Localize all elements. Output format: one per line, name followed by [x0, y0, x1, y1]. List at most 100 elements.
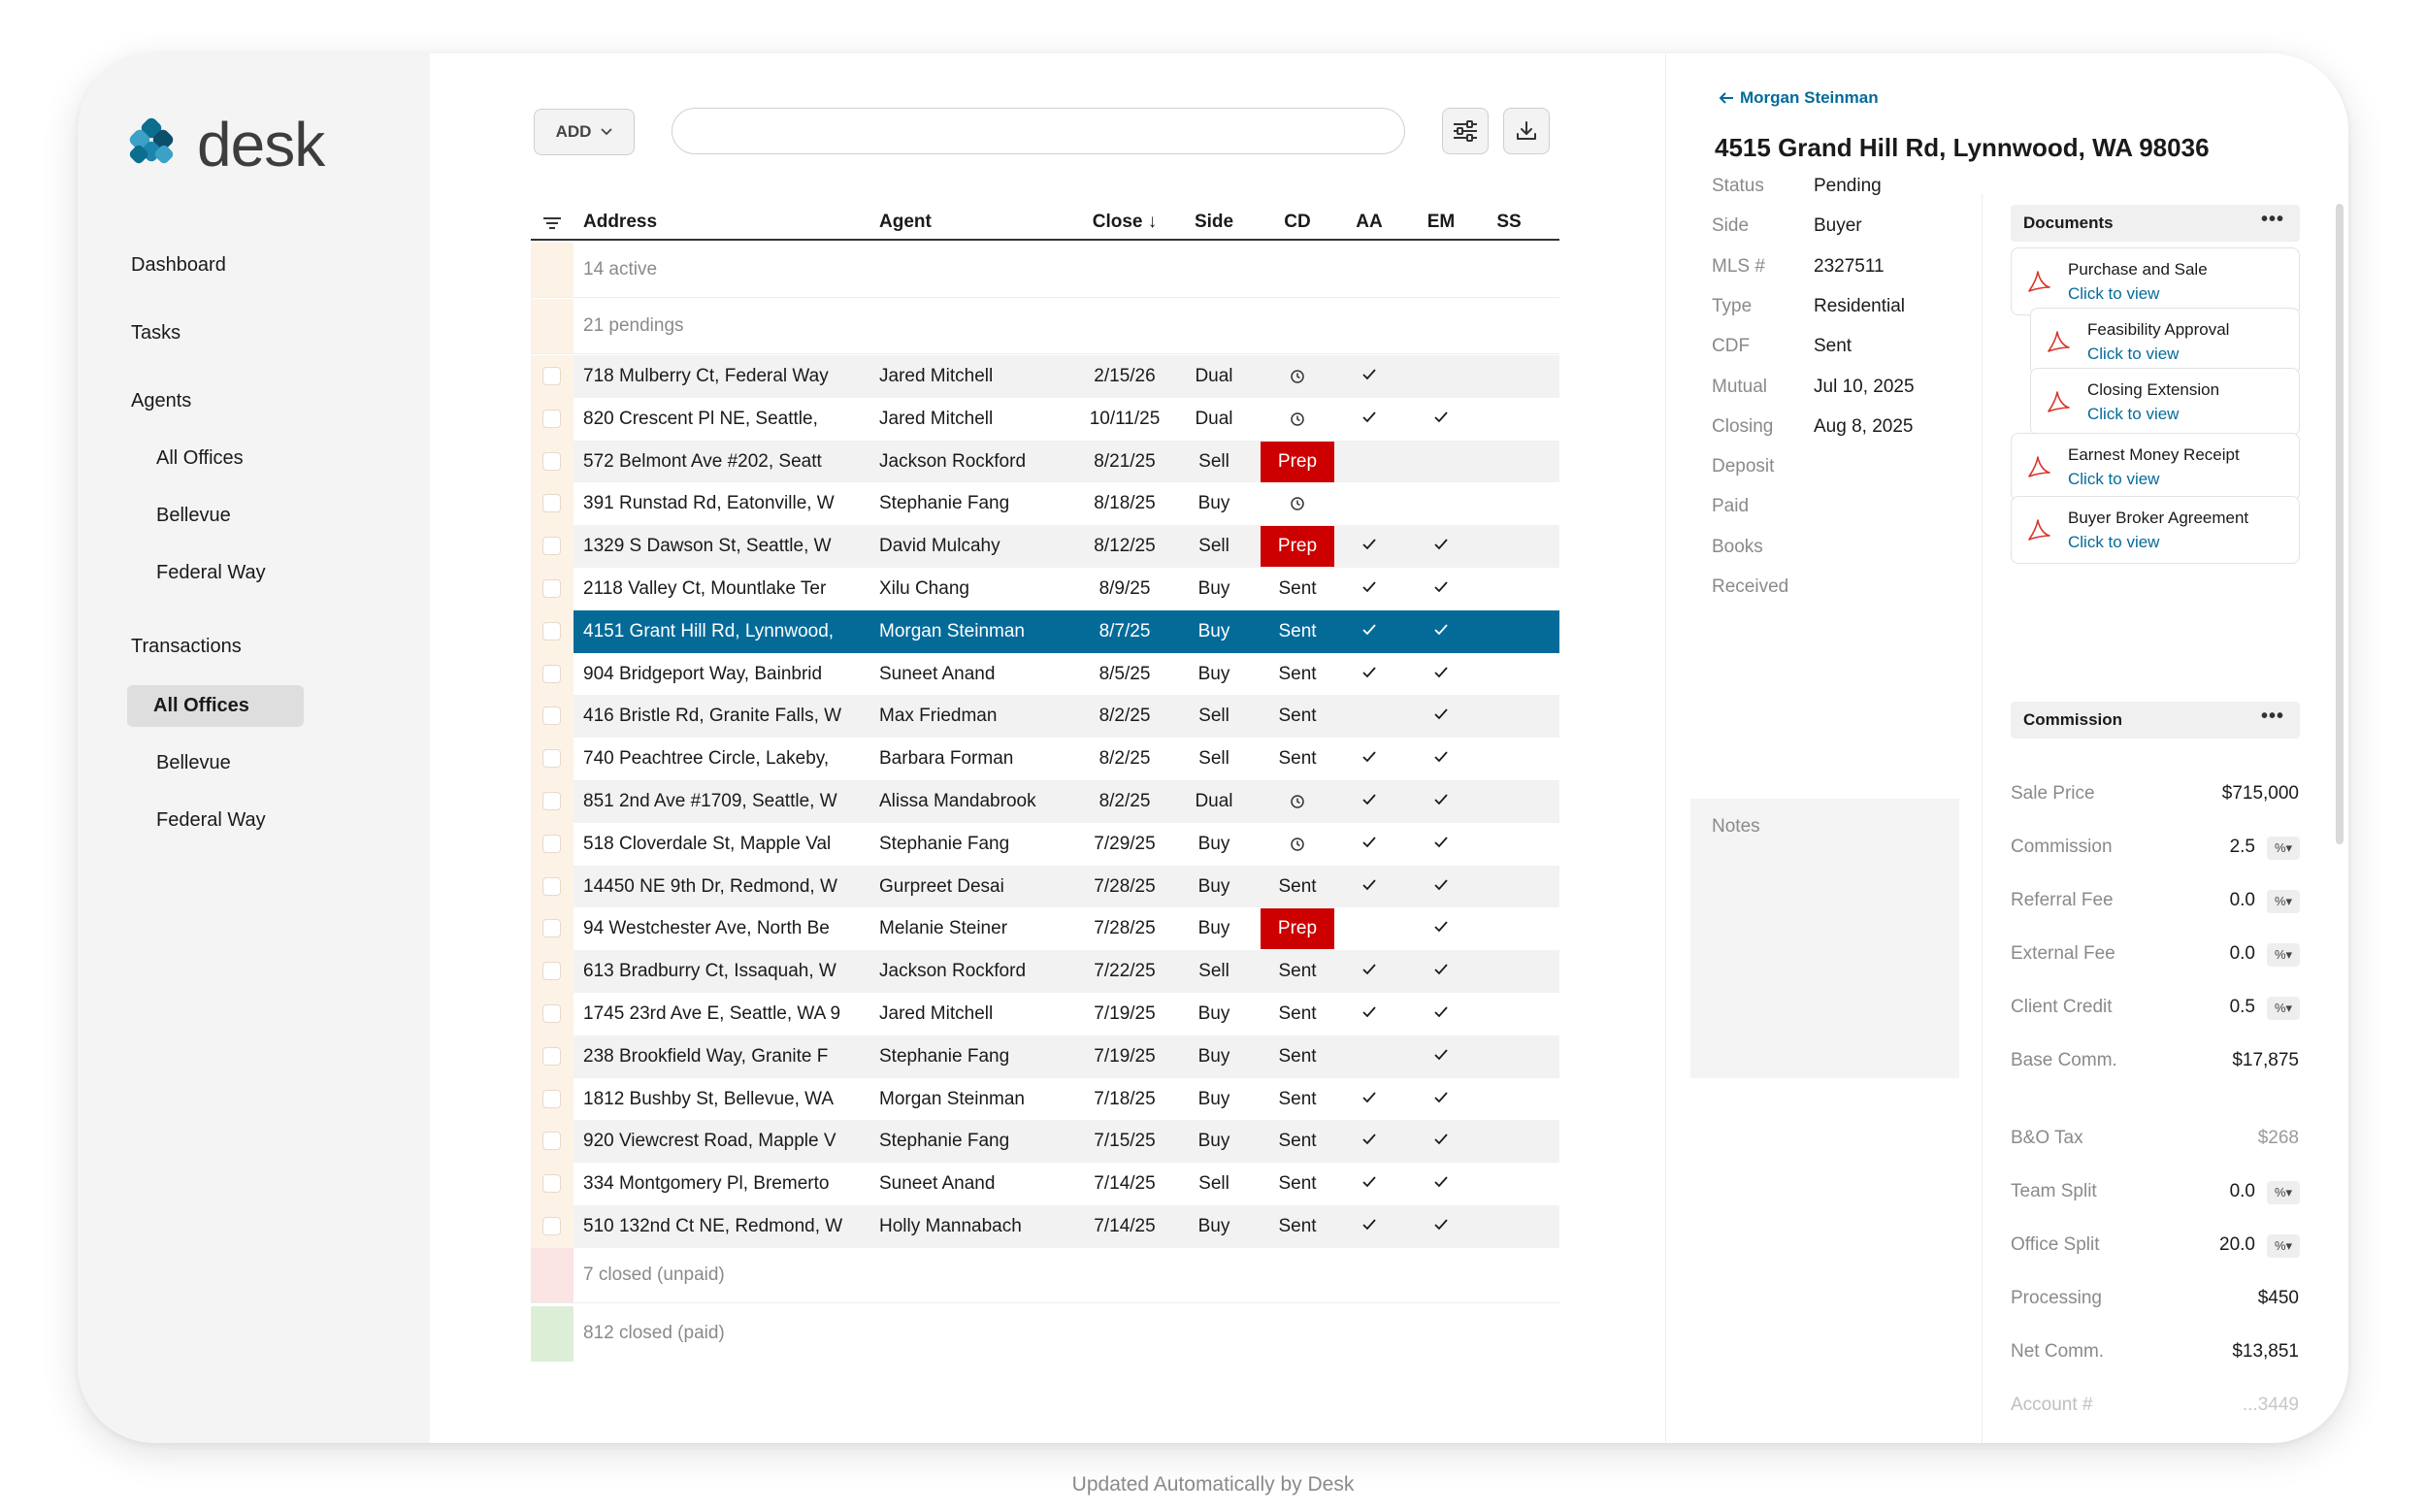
row-checkbox[interactable] [542, 1046, 561, 1066]
table-row[interactable]: 238 Brookfield Way, Granite F Stephanie F… [531, 1035, 1559, 1078]
nav-transactions-federal-way[interactable]: Federal Way [156, 809, 266, 832]
table-row[interactable]: 14450 NE 9th Dr, Redmond, W Gurpreet Desa… [531, 865, 1559, 908]
table-row[interactable]: 2118 Valley Ct, Mountlake Ter Xilu Chang 8… [531, 567, 1559, 610]
row-checkbox[interactable] [542, 834, 561, 853]
nav-transactions-all-offices[interactable]: All Offices [153, 695, 249, 717]
percent-unit-dropdown[interactable]: %▾ [2267, 1181, 2300, 1204]
row-checkbox[interactable] [542, 409, 561, 428]
document-view-link[interactable]: Click to view [2087, 405, 2179, 424]
document-card[interactable]: Closing Extension Click to view [2030, 368, 2300, 436]
field-value[interactable]: 2327511 [1814, 256, 1885, 278]
row-checkbox[interactable] [542, 621, 561, 641]
commission-value[interactable]: 20.0 [2219, 1234, 2255, 1256]
row-checkbox[interactable] [542, 451, 561, 471]
col-agent[interactable]: Agent [879, 212, 932, 233]
commission-value[interactable]: 0.5 [2230, 997, 2255, 1018]
percent-unit-dropdown[interactable]: %▾ [2267, 943, 2300, 967]
table-row[interactable]: 334 Montgomery Pl, Bremerto Suneet Anand 7… [531, 1163, 1559, 1205]
nav-dashboard[interactable]: Dashboard [131, 254, 226, 277]
nav-tasks[interactable]: Tasks [131, 322, 180, 345]
table-row[interactable]: 904 Bridgeport Way, Bainbrid Suneet Anand… [531, 652, 1559, 696]
download-button[interactable] [1503, 108, 1550, 154]
nav-transactions-bellevue[interactable]: Bellevue [156, 752, 231, 774]
document-card[interactable]: Purchase and Sale Click to view [2011, 247, 2300, 315]
percent-unit-dropdown[interactable]: %▾ [2267, 890, 2300, 913]
search-input[interactable] [672, 108, 1405, 154]
col-cd[interactable]: CD [1261, 212, 1334, 233]
commission-value[interactable]: 0.0 [2230, 890, 2255, 911]
table-row[interactable]: 920 Viewcrest Road, Mapple V Stephanie Fa… [531, 1120, 1559, 1164]
field-value[interactable]: Aug 8, 2025 [1814, 416, 1913, 438]
table-row[interactable]: 740 Peachtree Circle, Lakeby, Barbara For… [531, 738, 1559, 780]
table-row[interactable]: 851 2nd Ave #1709, Seattle, W Alissa Mand… [531, 779, 1559, 823]
more-options-icon[interactable]: ••• [2261, 209, 2284, 231]
group-closed-unpaid[interactable]: 7 closed (unpaid) [531, 1248, 1559, 1303]
document-view-link[interactable]: Click to view [2068, 470, 2159, 489]
nav-agents-all-offices[interactable]: All Offices [156, 447, 244, 470]
field-value[interactable]: Sent [1814, 336, 1852, 357]
logo[interactable]: desk [129, 114, 325, 176]
filter-settings-button[interactable] [1442, 108, 1489, 154]
filter-lines-icon[interactable] [542, 216, 562, 230]
row-checkbox[interactable] [542, 1003, 561, 1023]
document-card[interactable]: Earnest Money Receipt Click to view [2011, 433, 2300, 501]
table-row[interactable]: 391 Runstad Rd, Eatonville, W Stephanie F… [531, 482, 1559, 526]
percent-unit-dropdown[interactable]: %▾ [2267, 837, 2300, 860]
document-card[interactable]: Feasibility Approval Click to view [2030, 308, 2300, 376]
table-row[interactable]: 718 Mulberry Ct, Federal Way Jared Mitche… [531, 355, 1559, 398]
table-row[interactable]: 510 132nd Ct NE, Redmond, W Holly Mannaba… [531, 1204, 1559, 1248]
col-em[interactable]: EM [1416, 212, 1466, 233]
cd-prep-badge[interactable]: Prep [1261, 441, 1334, 482]
add-button[interactable]: ADD [534, 109, 635, 155]
commission-value[interactable]: 0.0 [2230, 943, 2255, 965]
row-checkbox[interactable] [542, 919, 561, 938]
table-row[interactable]: 4151 Grant Hill Rd, Lynnwood, Morgan Stei… [531, 609, 1559, 653]
commission-value[interactable]: 0.0 [2230, 1181, 2255, 1202]
document-card[interactable]: Buyer Broker Agreement Click to view [2011, 496, 2300, 564]
field-value[interactable]: Residential [1814, 296, 1905, 317]
field-value[interactable]: Buyer [1814, 215, 1862, 237]
percent-unit-dropdown[interactable]: %▾ [2267, 997, 2300, 1020]
group-pendings[interactable]: 21 pendings [531, 299, 1559, 354]
percent-unit-dropdown[interactable]: %▾ [2267, 1234, 2300, 1258]
table-row[interactable]: 94 Westchester Ave, North Be Melanie Stei… [531, 907, 1559, 951]
row-checkbox[interactable] [542, 537, 561, 556]
table-row[interactable]: 518 Cloverdale St, Mapple Val Stephanie F… [531, 822, 1559, 866]
cd-prep-badge[interactable]: Prep [1261, 526, 1334, 568]
document-view-link[interactable]: Click to view [2068, 284, 2159, 304]
field-value[interactable]: Pending [1814, 176, 1882, 197]
cd-prep-badge[interactable]: Prep [1261, 908, 1334, 950]
col-side[interactable]: Side [1179, 212, 1249, 233]
table-row[interactable]: 1745 23rd Ave E, Seattle, WA 9 Jared Mitc… [531, 992, 1559, 1035]
scrollbar[interactable] [2336, 204, 2344, 844]
row-checkbox[interactable] [542, 1216, 561, 1235]
row-checkbox[interactable] [542, 664, 561, 683]
row-checkbox[interactable] [542, 367, 561, 385]
table-row[interactable]: 1812 Bushby St, Bellevue, WA Morgan Stein… [531, 1077, 1559, 1121]
table-row[interactable]: 613 Bradburry Ct, Issaquah, W Jackson Roc… [531, 950, 1559, 993]
row-checkbox[interactable] [542, 962, 561, 981]
notes-box[interactable]: Notes [1690, 799, 1959, 1078]
document-view-link[interactable]: Click to view [2068, 533, 2159, 552]
row-checkbox[interactable] [542, 749, 561, 769]
row-checkbox[interactable] [542, 1174, 561, 1194]
table-row[interactable]: 416 Bristle Rd, Granite Falls, W Max Frie… [531, 695, 1559, 739]
table-row[interactable]: 820 Crescent Pl NE, Seattle, Jared Mitche… [531, 397, 1559, 441]
more-options-icon[interactable]: ••• [2261, 706, 2284, 728]
group-active[interactable]: 14 active [531, 243, 1559, 298]
table-row[interactable]: 1329 S Dawson St, Seattle, W David Mulcah… [531, 525, 1559, 568]
back-link[interactable]: Morgan Steinman [1719, 88, 1879, 108]
col-aa[interactable]: AA [1344, 212, 1394, 233]
row-checkbox[interactable] [542, 1089, 561, 1108]
nav-agents-bellevue[interactable]: Bellevue [156, 505, 231, 527]
nav-transactions[interactable]: Transactions [131, 636, 242, 658]
document-view-link[interactable]: Click to view [2087, 345, 2179, 364]
row-checkbox[interactable] [542, 876, 561, 896]
group-closed-paid[interactable]: 812 closed (paid) [531, 1306, 1559, 1362]
nav-agents[interactable]: Agents [131, 390, 191, 412]
col-address[interactable]: Address [583, 212, 657, 233]
row-checkbox[interactable] [542, 494, 561, 513]
field-value[interactable]: Jul 10, 2025 [1814, 377, 1915, 398]
col-close[interactable]: Close ↓ [1080, 212, 1169, 233]
row-checkbox[interactable] [542, 791, 561, 810]
